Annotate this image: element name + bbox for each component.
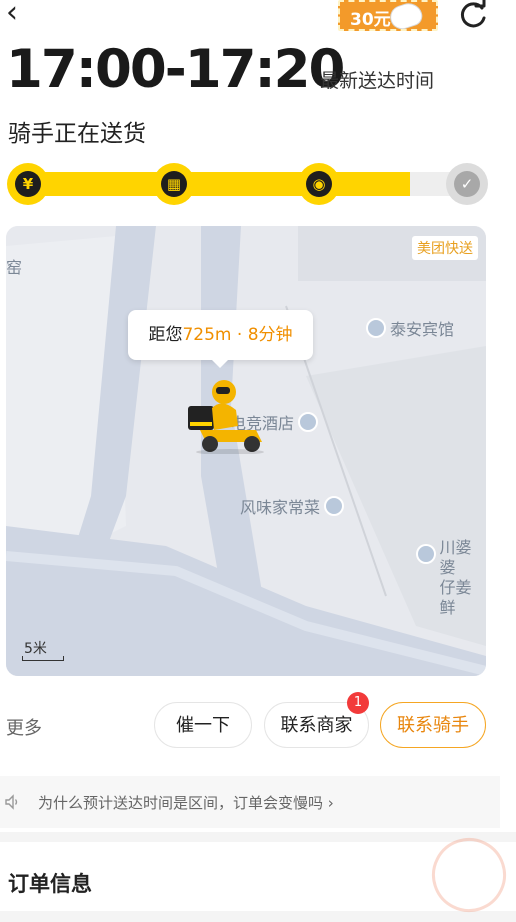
step-delivered: ✓ [446, 163, 488, 205]
progress-fill [8, 172, 410, 196]
order-info-title: 订单信息 [8, 872, 92, 896]
distance-value: 725m · 8分钟 [182, 325, 293, 345]
coupon-text: 30元 [350, 10, 391, 30]
rider-distance-bubble: 距您725m · 8分钟 [128, 310, 313, 368]
hand-icon [387, 2, 425, 29]
urge-button[interactable]: 催一下 [154, 702, 252, 748]
poi-sichuan: 川婆婆 仔姜鲜 [412, 538, 486, 618]
top-bar: ‹ 30元 [0, 0, 516, 36]
poi-restaurant: 风味家常菜 [240, 494, 348, 518]
tip-text: 为什么预计送达时间是区间，订单会变慢吗 › [38, 792, 334, 813]
eta-label: 最新送达时间 [320, 70, 435, 92]
step-paid: ¥ [7, 163, 49, 205]
poi-label: 川婆婆 [439, 538, 472, 577]
poi-hotel-taian: 泰安宾馆 [362, 316, 454, 340]
map-edge-label: 窑 [6, 254, 22, 278]
map-scale-label: 5米 [24, 641, 47, 657]
hotel-icon [366, 318, 386, 338]
hotel-icon [298, 412, 319, 432]
distance-prefix: 距您 [148, 325, 183, 345]
service-badge: 美团快送 [412, 236, 478, 260]
poi-label: 风味家常菜 [240, 498, 321, 517]
restaurant-icon [324, 496, 345, 516]
map-edge-text: 窑 [6, 258, 23, 277]
delivery-map[interactable]: 美团快送 距您725m · 8分钟 窑 泰安宾馆 电竞酒店 风味家常菜 川婆婆仔… [6, 226, 486, 676]
scooter-icon: ◉ [306, 171, 332, 197]
eta-tip-bar[interactable]: 为什么预计送达时间是区间，订单会变慢吗 › [0, 776, 500, 828]
chevron-right-icon: › [327, 794, 334, 812]
back-icon[interactable]: ‹ [6, 0, 30, 28]
store-icon: ▦ [161, 171, 187, 197]
step-merchant: ▦ [153, 163, 195, 205]
eta-time-range: 17:00-17:20 [6, 39, 345, 100]
map-scale-bar [22, 656, 64, 661]
poi-label: 泰安宾馆 [390, 320, 455, 339]
rider-icon [188, 380, 264, 454]
coupon-banner[interactable]: 30元 [338, 0, 438, 31]
poi-label: 仔姜鲜 [439, 578, 472, 617]
step-rider: ◉ [298, 163, 340, 205]
yuan-icon: ¥ [15, 171, 41, 197]
more-button[interactable]: 更多 [6, 714, 42, 740]
speaker-icon [5, 794, 18, 810]
refresh-icon[interactable] [457, 0, 489, 30]
restaurant-icon [416, 544, 436, 564]
contact-rider-button[interactable]: 联系骑手 [380, 702, 486, 748]
delivery-status: 骑手正在送货 [8, 121, 146, 147]
check-icon: ✓ [454, 171, 480, 197]
tip-label: 为什么预计送达时间是区间，订单会变慢吗 [38, 794, 324, 812]
unread-badge: 1 [347, 692, 369, 714]
